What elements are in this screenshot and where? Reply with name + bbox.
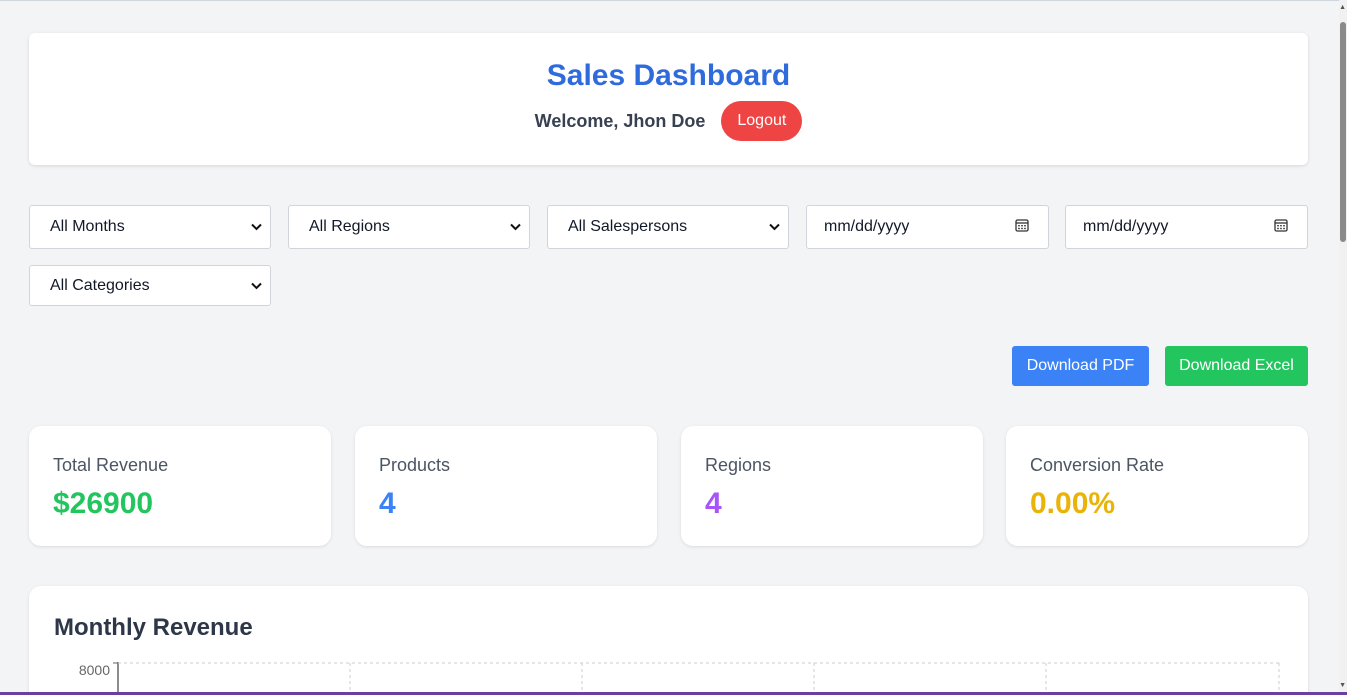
- salesperson-select-value: All Salespersons: [568, 218, 688, 235]
- start-date-input[interactable]: mm/dd/yyyy: [806, 205, 1049, 249]
- start-date-placeholder: mm/dd/yyyy: [824, 218, 910, 235]
- stat-value: 4: [705, 487, 722, 520]
- calendar-icon[interactable]: [1015, 218, 1029, 237]
- scroll-up-arrow-icon[interactable]: ▲: [1339, 4, 1346, 11]
- category-select-value: All Categories: [50, 276, 150, 294]
- stat-value: 0.00%: [1030, 487, 1116, 520]
- stat-card-conversion-rate: Conversion Rate 0.00%: [1006, 426, 1308, 546]
- page-scrollbar[interactable]: ▲ ▼: [1339, 0, 1347, 695]
- stat-card-products: Products 4: [355, 426, 657, 546]
- month-select-value: All Months: [50, 218, 125, 235]
- download-pdf-button[interactable]: Download PDF: [1012, 346, 1149, 386]
- y-tick-label: 8000: [79, 662, 110, 678]
- stat-card-total-revenue: Total Revenue $26900: [29, 426, 331, 546]
- stat-label: Total Revenue: [53, 455, 169, 475]
- stat-value: $26900: [53, 487, 154, 520]
- chevron-down-icon: [509, 221, 521, 233]
- monthly-revenue-chart-card: Monthly Revenue 8000: [29, 586, 1308, 695]
- chart-title: Monthly Revenue: [54, 614, 253, 641]
- stat-label: Conversion Rate: [1030, 455, 1165, 475]
- monthly-revenue-chart: 8000: [79, 662, 1280, 695]
- chevron-down-icon: [768, 221, 780, 233]
- page-title: Sales Dashboard: [546, 59, 791, 92]
- scrollbar-thumb[interactable]: [1340, 22, 1346, 242]
- month-select[interactable]: All Months: [29, 205, 271, 249]
- dashboard-header: Sales Dashboard Welcome, Jhon Doe Logout: [29, 33, 1308, 165]
- calendar-icon[interactable]: [1274, 218, 1288, 237]
- stat-value: 4: [379, 487, 396, 520]
- download-excel-button[interactable]: Download Excel: [1165, 346, 1308, 386]
- end-date-placeholder: mm/dd/yyyy: [1083, 218, 1169, 235]
- welcome-text: Welcome, Jhon Doe: [534, 110, 706, 131]
- region-select-value: All Regions: [309, 218, 390, 235]
- salesperson-select[interactable]: All Salespersons: [547, 205, 789, 249]
- end-date-input[interactable]: mm/dd/yyyy: [1065, 205, 1308, 249]
- welcome-row: Welcome, Jhon Doe Logout: [29, 101, 1308, 141]
- category-select[interactable]: All Categories: [29, 265, 271, 306]
- stat-label: Products: [379, 455, 451, 475]
- logout-button[interactable]: Logout: [721, 101, 803, 141]
- window-top-border: [0, 0, 1347, 1]
- stat-label: Regions: [705, 455, 772, 475]
- scroll-down-arrow-icon[interactable]: ▼: [1339, 682, 1346, 689]
- chevron-down-icon: [250, 221, 262, 233]
- region-select[interactable]: All Regions: [288, 205, 530, 249]
- stat-card-regions: Regions 4: [681, 426, 983, 546]
- chevron-down-icon: [250, 280, 262, 292]
